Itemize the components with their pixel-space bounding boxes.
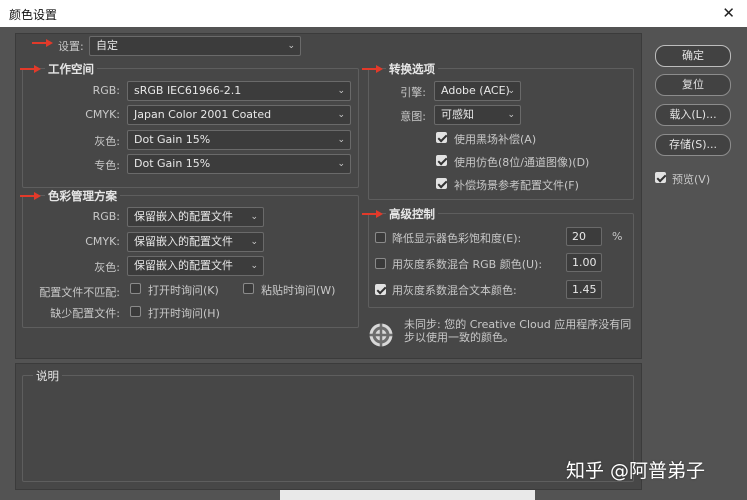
annotation-arrow (362, 210, 384, 218)
missing-open-checkbox[interactable] (130, 306, 141, 317)
chevron-down-icon: ⌄ (250, 212, 258, 222)
ws-spot-label: 专色: (94, 159, 120, 172)
chevron-down-icon: ⌄ (507, 110, 515, 120)
working-spaces-header: 工作空间 (45, 61, 97, 77)
ws-rgb-value: sRGB IEC61966-2.1 (134, 84, 242, 97)
intent-value: 可感知 (441, 108, 474, 121)
watermark: 知乎 @阿普弟子 (566, 460, 706, 482)
cm-cmyk-dropdown[interactable]: 保留嵌入的配置文件 ⌄ (127, 232, 264, 252)
ws-cmyk-label: CMYK: (85, 108, 120, 121)
dither-label: 使用仿色(8位/通道图像)(D) (454, 156, 590, 169)
color-management-header: 色彩管理方案 (45, 188, 120, 204)
cm-rgb-dropdown[interactable]: 保留嵌入的配置文件 ⌄ (127, 207, 264, 227)
ws-rgb-dropdown[interactable]: sRGB IEC61966-2.1 ⌄ (127, 81, 351, 101)
description-header: 说明 (33, 368, 62, 384)
preview-checkbox[interactable] (655, 172, 666, 183)
chevron-down-icon: ⌄ (507, 86, 515, 96)
desaturate-label: 降低显示器色彩饱和度(E): (392, 232, 522, 245)
annotation-arrow (20, 65, 42, 73)
annotation-arrow (362, 65, 384, 73)
cm-cmyk-value: 保留嵌入的配置文件 (134, 235, 233, 248)
intent-dropdown[interactable]: 可感知 ⌄ (434, 105, 521, 125)
description-group (22, 375, 634, 482)
settings-value: 自定 (96, 39, 118, 52)
settings-dropdown[interactable]: 自定 ⌄ (89, 36, 301, 56)
desaturate-checkbox[interactable] (375, 232, 386, 243)
settings-label: 设置: (58, 40, 84, 53)
title-bar: 颜色设置 ✕ (0, 0, 747, 28)
ws-cmyk-value: Japan Color 2001 Coated (134, 108, 272, 121)
reset-button[interactable]: 复位 (655, 74, 731, 96)
mismatch-label: 配置文件不匹配: (39, 286, 120, 299)
chevron-down-icon: ⌄ (337, 110, 345, 120)
ws-spot-dropdown[interactable]: Dot Gain 15% ⌄ (127, 154, 351, 174)
preview-label: 预览(V) (672, 173, 711, 186)
chevron-down-icon: ⌄ (287, 41, 295, 51)
blend-rgb-input[interactable]: 1.00 (566, 253, 602, 272)
conversion-header: 转换选项 (386, 61, 438, 77)
desaturate-unit: % (612, 230, 623, 243)
blackpoint-label: 使用黑场补偿(A) (454, 133, 537, 146)
ok-button[interactable]: 确定 (655, 45, 731, 67)
annotation-arrow (32, 39, 54, 47)
chevron-down-icon: ⌄ (337, 86, 345, 96)
mismatch-open-checkbox[interactable] (130, 283, 141, 294)
missing-open-label: 打开时询问(H) (148, 307, 220, 320)
chevron-down-icon: ⌄ (337, 135, 345, 145)
compensate-label: 补偿场景参考配置文件(F) (454, 179, 579, 192)
engine-dropdown[interactable]: Adobe (ACE) ⌄ (434, 81, 521, 101)
sync-status-icon (368, 322, 394, 348)
load-button[interactable]: 载入(L)... (655, 104, 731, 126)
ws-cmyk-dropdown[interactable]: Japan Color 2001 Coated ⌄ (127, 105, 351, 125)
intent-label: 意图: (400, 110, 426, 123)
blackpoint-checkbox[interactable] (436, 132, 447, 143)
compensate-checkbox[interactable] (436, 178, 447, 189)
cm-gray-value: 保留嵌入的配置文件 (134, 259, 233, 272)
blend-text-checkbox[interactable] (375, 284, 386, 295)
taskbar-strip (280, 490, 535, 500)
blend-text-label: 用灰度系数混合文本颜色: (392, 284, 517, 297)
save-button[interactable]: 存储(S)... (655, 134, 731, 156)
desaturate-input[interactable]: 20 (566, 227, 602, 246)
cm-gray-dropdown[interactable]: 保留嵌入的配置文件 ⌄ (127, 256, 264, 276)
cm-gray-label: 灰色: (94, 261, 120, 274)
ws-gray-dropdown[interactable]: Dot Gain 15% ⌄ (127, 130, 351, 150)
chevron-down-icon: ⌄ (337, 159, 345, 169)
blend-rgb-label: 用灰度系数混合 RGB 颜色(U): (392, 258, 543, 271)
engine-label: 引擎: (400, 86, 426, 99)
ws-gray-value: Dot Gain 15% (134, 133, 211, 146)
cm-rgb-value: 保留嵌入的配置文件 (134, 210, 233, 223)
chevron-down-icon: ⌄ (250, 261, 258, 271)
ws-gray-label: 灰色: (94, 135, 120, 148)
annotation-arrow (20, 192, 42, 200)
blend-rgb-checkbox[interactable] (375, 258, 386, 269)
ws-rgb-label: RGB: (92, 84, 120, 97)
cm-rgb-label: RGB: (92, 210, 120, 223)
cm-cmyk-label: CMYK: (85, 235, 120, 248)
engine-value: Adobe (ACE) (441, 84, 510, 97)
window-title: 颜色设置 (9, 8, 58, 22)
sync-text-line2: 步以使用一致的颜色。 (404, 331, 514, 344)
advanced-header: 高级控制 (386, 206, 438, 222)
dither-checkbox[interactable] (436, 155, 447, 166)
close-icon[interactable]: ✕ (722, 4, 735, 22)
mismatch-open-label: 打开时询问(K) (148, 284, 219, 297)
ws-spot-value: Dot Gain 15% (134, 157, 211, 170)
blend-text-input[interactable]: 1.45 (566, 280, 602, 299)
mismatch-paste-label: 粘贴时询问(W) (261, 284, 336, 297)
mismatch-paste-checkbox[interactable] (243, 283, 254, 294)
chevron-down-icon: ⌄ (250, 237, 258, 247)
missing-label: 缺少配置文件: (50, 307, 120, 320)
